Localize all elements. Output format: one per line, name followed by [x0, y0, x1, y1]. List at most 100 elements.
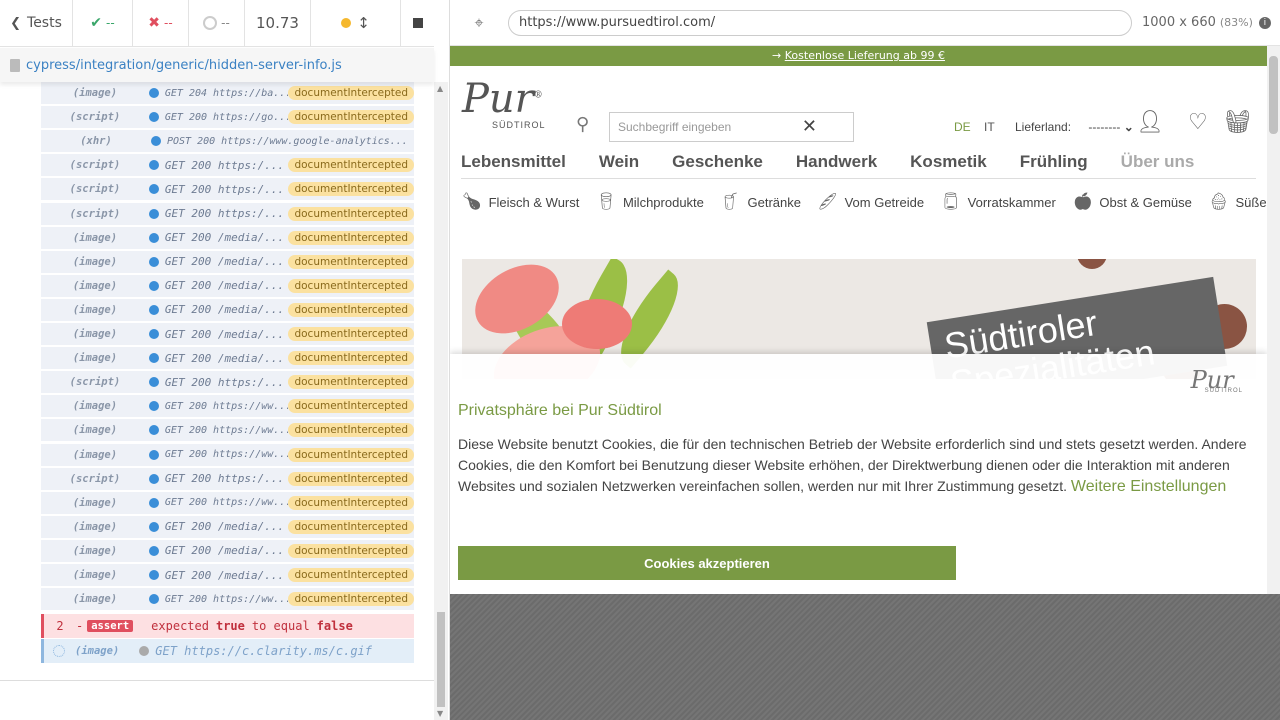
lang-it[interactable]: IT — [984, 120, 995, 134]
command-row[interactable]: (image) GET 200 https://ww... documentInte… — [41, 419, 414, 443]
scroll-up-icon[interactable]: ▲ — [437, 84, 443, 93]
category-nav-item[interactable]: 🥖︎ Vom Getreide — [817, 192, 924, 212]
command-row[interactable]: (script) GET 200 https://go... documentInt… — [41, 106, 414, 130]
intercepted-badge: documentIntercepted — [288, 158, 414, 173]
command-row[interactable]: (image) GET 200 https://ww... documentInte… — [41, 443, 414, 467]
command-row[interactable]: (xhr) POST 200 https://www.google-analyti… — [41, 130, 414, 154]
intercepted-badge: documentIntercepted — [288, 278, 414, 293]
command-row[interactable]: (image) GET 200 /media/... documentInterce… — [41, 298, 414, 322]
file-icon — [10, 58, 20, 72]
main-nav-item[interactable]: Lebensmittel — [461, 152, 566, 178]
command-row[interactable]: (image) GET 200 https://ww... documentInte… — [41, 395, 414, 419]
accept-cookies-button[interactable]: Cookies akzeptieren — [458, 546, 956, 580]
command-row[interactable]: (image) GET 204 https://ba... documentInte… — [41, 82, 414, 105]
promo-link[interactable]: Kostenlose Lieferung ab 99 € — [785, 49, 945, 62]
main-nav: Lebensmittel Wein Geschenke Handwerk Kosmeti… — [461, 152, 1256, 179]
category-nav-item[interactable]: 🥤︎ Getränke — [720, 192, 801, 212]
command-row[interactable]: (image) GET 200 https://ww... documentInte… — [41, 491, 414, 515]
status-dot-icon — [148, 545, 159, 556]
scrollbar-thumb[interactable] — [1269, 56, 1278, 134]
divider — [0, 680, 434, 681]
user-icon[interactable]: 👤︎ — [1136, 110, 1164, 135]
chevron-down-icon: ⌄ — [1123, 120, 1134, 134]
arrows-vertical-icon: ↕ — [357, 14, 370, 32]
command-row[interactable]: (image) GET 200 /media/... documentInterce… — [41, 250, 414, 274]
cookie-consent-dialog: Pur SÜDTIROL Privatsphäre bei Pur Südtir… — [450, 354, 1267, 594]
info-icon[interactable]: i — [1258, 16, 1271, 29]
main-nav-item[interactable]: Über uns — [1121, 152, 1195, 178]
category-nav-item[interactable]: 🧁︎Süßes — [1208, 192, 1267, 212]
command-row[interactable]: (script) GET 200 https:/... documentInterc… — [41, 467, 414, 491]
command-row[interactable]: (script) GET 200 https:/... documentInterc… — [41, 371, 414, 395]
heart-icon[interactable]: ♡ — [1188, 110, 1208, 135]
assert-command-row[interactable]: 2 - assert expected true to equal false — [41, 614, 414, 638]
status-dot-icon — [148, 449, 159, 460]
search-input[interactable]: Suchbegriff eingeben ✕ — [609, 112, 854, 142]
selector-playground-icon[interactable]: ⌖ — [450, 13, 508, 33]
runner-header: ❮ Tests ✔ -- ✖ -- -- 10.73 ↕ — [0, 0, 434, 47]
command-number: 2 — [56, 619, 64, 633]
jar-icon: 🫙︎ — [940, 192, 962, 211]
intercepted-badge: documentIntercepted — [288, 447, 414, 462]
command-row[interactable]: (script) GET 200 https:/... documentInterc… — [41, 154, 414, 178]
intercepted-badge: documentIntercepted — [288, 399, 414, 414]
scroll-down-icon[interactable]: ▼ — [437, 709, 443, 718]
intercepted-badge: documentIntercepted — [288, 351, 414, 366]
status-dot-icon — [148, 232, 159, 243]
status-dot-icon — [148, 570, 159, 580]
spec-file-bar: cypress/integration/generic/hidden-serve… — [0, 48, 434, 82]
main-nav-item[interactable]: Handwerk — [796, 152, 877, 178]
command-row[interactable]: (image) GET 200 /media/... documentInterce… — [41, 347, 414, 371]
category-nav-item[interactable]: 🥛︎ Milchprodukte — [595, 192, 704, 212]
more-settings-link[interactable]: Weitere Einstellungen — [1071, 478, 1226, 495]
status-dot-icon — [139, 646, 150, 656]
pending-command-row[interactable]: (image) GET https://c.clarity.ms/c.gif — [41, 639, 414, 663]
command-row[interactable]: (script) GET 200 https:/... documentInterc… — [41, 178, 414, 202]
request-text: GET 200 /media/... — [164, 231, 285, 245]
scrollbar-thumb[interactable] — [437, 612, 445, 707]
command-row[interactable]: (image) GET 200 /media/... documentInterce… — [41, 564, 414, 587]
intercepted-badge: documentIntercepted — [288, 302, 414, 317]
fruit-icon: 🍎︎ — [1071, 192, 1094, 211]
category-nav-item[interactable]: 🫙︎ Vorratskammer — [940, 192, 1056, 212]
command-kind: (image) — [72, 520, 118, 533]
lang-de[interactable]: DE — [954, 120, 971, 134]
request-text: GET 200 https:/... — [164, 375, 285, 389]
main-nav-item[interactable]: Kosmetik — [910, 152, 987, 178]
category-nav-item[interactable]: 🍗︎ Fleisch & Wurst — [461, 192, 579, 212]
main-nav-item[interactable]: Frühling — [1020, 152, 1088, 178]
command-log-scrollbar[interactable]: ▲ ▼ — [434, 82, 448, 720]
main-nav-item[interactable]: Wein — [599, 152, 639, 178]
command-row[interactable]: (image) GET 200 /media/... documentInterce… — [41, 323, 414, 346]
main-nav-item[interactable]: Geschenke — [672, 152, 763, 178]
intercepted-badge: documentIntercepted — [288, 543, 414, 558]
basket-icon[interactable]: 🧺︎ — [1224, 110, 1252, 135]
cookie-title: Privatsphäre bei Pur Südtirol — [458, 402, 662, 419]
intercepted-badge: documentIntercepted — [288, 206, 414, 221]
stop-icon — [412, 18, 423, 28]
command-row[interactable]: (image) GET 200 /media/... documentInterce… — [41, 274, 414, 298]
category-nav-item[interactable]: 🍎︎ Obst & Gemüse — [1072, 192, 1192, 212]
command-row[interactable]: (image) GET 200 /media/... documentInterce… — [41, 539, 414, 563]
cypress-runner-panel: ❮ Tests ✔ -- ✖ -- -- 10.73 ↕ cypress/int… — [0, 0, 450, 720]
command-row[interactable]: (script) GET 200 https:/... documentInterc… — [41, 202, 414, 226]
site-logo[interactable]: Pur® SÜDTIROL — [462, 76, 545, 130]
search-icon[interactable]: ⚲ — [576, 114, 589, 135]
spec-path-link[interactable]: cypress/integration/generic/hidden-serve… — [26, 58, 342, 73]
cookie-text: Diese Website benutzt Cookies, die für d… — [458, 436, 1247, 495]
status-dot-icon — [148, 280, 159, 291]
command-row[interactable]: (image) GET 200 /media/... documentInterce… — [41, 226, 414, 250]
clear-search-icon[interactable]: ✕ — [802, 116, 817, 137]
delivery-country-select[interactable]: -------- ⌄ — [1088, 120, 1133, 134]
status-dot-icon — [148, 353, 159, 364]
stop-button[interactable] — [401, 0, 434, 47]
command-row[interactable]: (image) GET 200 https://ww... documentInte… — [41, 588, 414, 612]
auto-scroll-toggle[interactable]: ↕ — [311, 0, 401, 47]
tests-button[interactable]: ❮ Tests — [0, 0, 73, 47]
url-field[interactable]: https://www.pursuedtirol.com/ — [508, 9, 1132, 36]
request-text: GET 200 /media/... — [164, 279, 285, 293]
site-scrollbar[interactable] — [1267, 46, 1280, 594]
command-row[interactable]: (image) GET 200 /media/... documentInterce… — [41, 515, 414, 539]
intercepted-badge: documentIntercepted — [288, 86, 414, 100]
intercepted-badge: documentIntercepted — [288, 519, 414, 534]
